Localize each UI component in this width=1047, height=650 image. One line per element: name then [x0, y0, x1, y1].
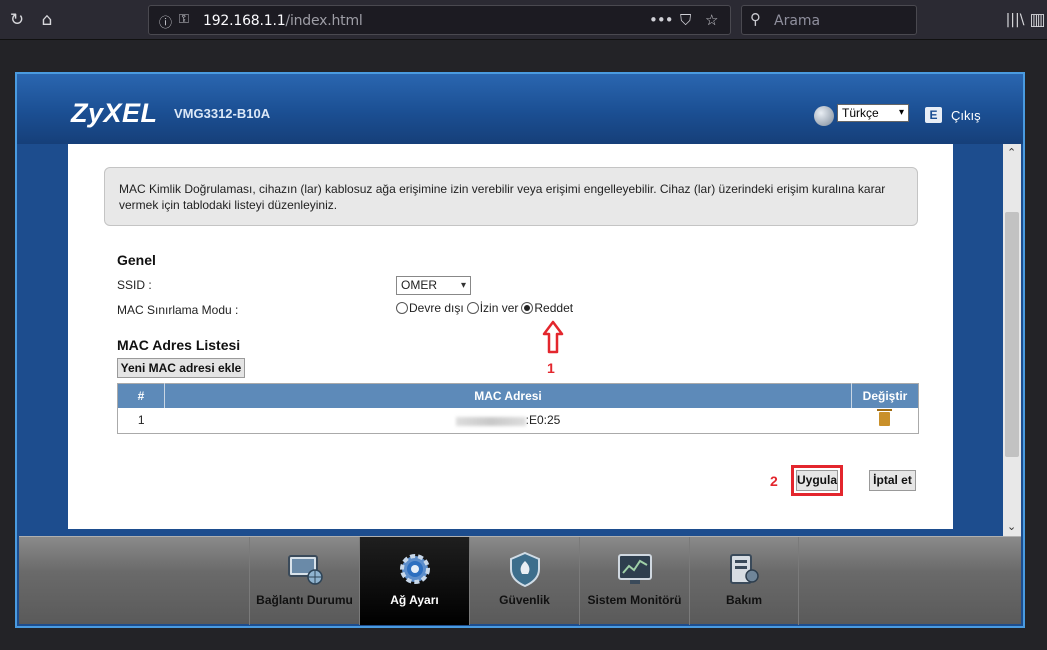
column-header-index: # [117, 383, 165, 408]
nav-label: Ağ Ayarı [390, 593, 439, 607]
bookmark-star-icon[interactable]: ☆ [705, 11, 718, 29]
apply-button[interactable]: Uygula [796, 470, 838, 491]
search-bar[interactable]: ⚲ Arama [741, 5, 917, 35]
shield-icon [509, 551, 540, 587]
info-icon[interactable]: ⓘ [159, 12, 172, 31]
reload-icon[interactable]: ↻ [5, 8, 29, 32]
mac-filter-mode-label: MAC Sınırlama Modu : [117, 303, 239, 317]
nav-network-settings[interactable]: Ağ Ayarı [359, 537, 469, 625]
router-ui-frame: ZyXEL VMG3312-B10A Türkçe ▾ E Çıkış MAC K… [15, 72, 1025, 628]
annotation-arrow-icon [542, 320, 564, 354]
logout-link[interactable]: Çıkış [951, 108, 981, 123]
nav-connection-status[interactable]: Bağlantı Durumu [249, 537, 359, 625]
brand-logo: ZyXEL [71, 98, 158, 128]
maintenance-icon [730, 554, 759, 584]
delete-cell [851, 407, 919, 434]
radio-disabled-label: Devre dışı [409, 301, 464, 315]
table-row: 1 :E0:25 [117, 407, 919, 434]
scroll-down-icon[interactable]: ⌄ [1007, 520, 1016, 533]
nav-label: Bağlantı Durumu [256, 593, 353, 607]
row-index: 1 [117, 407, 165, 434]
chevron-down-icon: ▾ [460, 280, 466, 291]
key-icon[interactable]: ⚿ [179, 12, 189, 27]
cancel-button[interactable]: İptal et [869, 470, 916, 491]
mac-filter-mode-radios: Devre dışı İzin ver Reddet [396, 301, 576, 315]
redacted-mac-prefix [455, 416, 526, 426]
page-actions-icon[interactable]: ••• [649, 11, 674, 29]
url-text[interactable]: 192.168.1.1/index.html [203, 13, 363, 29]
vertical-scrollbar[interactable]: ⌃ ⌄ [1003, 144, 1021, 537]
scroll-thumb[interactable] [1005, 212, 1019, 457]
radio-allow[interactable] [466, 302, 479, 314]
nav-maintenance[interactable]: Bakım [689, 537, 799, 625]
settings-panel: MAC Kimlik Doğrulaması, cihazın (lar) ka… [68, 144, 953, 529]
search-placeholder: Arama [774, 13, 821, 29]
trash-icon[interactable] [877, 408, 893, 426]
scroll-up-icon[interactable]: ⌃ [1007, 146, 1016, 159]
mac-address-table: # MAC Adresi Değiştir 1 :E0:25 [117, 383, 919, 434]
library-icon[interactable]: |||\ [1003, 8, 1027, 32]
annotation-step-1: 1 [547, 360, 555, 376]
chevron-down-icon: ▾ [898, 107, 904, 118]
mac-list-title: MAC Adres Listesi [117, 337, 241, 353]
router-header: ZyXEL VMG3312-B10A Türkçe ▾ E Çıkış [17, 74, 1023, 144]
nav-label: Sistem Monitörü [587, 593, 682, 607]
bottom-navigation: Bağlantı Durumu Ağ Ayarı Güvenlik Sistem… [19, 536, 1021, 625]
browser-toolbar: ↻ ⌂ ⓘ ⚿ 192.168.1.1/index.html ••• ⛉ ☆ ⚲… [0, 0, 1047, 40]
address-bar[interactable]: ⓘ ⚿ 192.168.1.1/index.html ••• ⛉ ☆ [148, 5, 731, 35]
logout-icon[interactable]: E [925, 107, 942, 123]
radio-deny-label: Reddet [534, 301, 574, 315]
info-box: MAC Kimlik Doğrulaması, cihazın (lar) ka… [104, 167, 918, 226]
radio-deny[interactable] [521, 302, 534, 314]
chart-monitor-icon [617, 554, 652, 584]
home-icon[interactable]: ⌂ [35, 8, 59, 32]
row-mac-address: :E0:25 [164, 407, 852, 434]
radio-allow-label: İzin ver [479, 301, 519, 315]
pocket-icon[interactable]: ⛉ [680, 11, 691, 29]
general-title: Genel [117, 252, 156, 268]
nav-security[interactable]: Güvenlik [469, 537, 579, 625]
radio-disabled[interactable] [396, 302, 408, 314]
gear-icon [399, 554, 430, 584]
monitor-globe-icon [287, 555, 323, 585]
globe-icon [814, 106, 834, 126]
nav-label: Bakım [725, 593, 763, 607]
column-header-edit: Değiştir [851, 383, 919, 408]
language-select[interactable]: Türkçe ▾ [837, 104, 909, 122]
add-mac-button[interactable]: Yeni MAC adresi ekle [117, 358, 245, 378]
nav-label: Güvenlik [499, 593, 550, 607]
ssid-select[interactable]: OMER ▾ [396, 276, 471, 295]
search-icon: ⚲ [750, 10, 761, 28]
column-header-mac: MAC Adresi [164, 383, 852, 408]
ssid-label: SSID : [117, 278, 152, 292]
nav-system-monitor[interactable]: Sistem Monitörü [579, 537, 689, 625]
sidebar-icon[interactable]: ▥ [1028, 8, 1047, 32]
model-name: VMG3312-B10A [174, 106, 271, 121]
annotation-step-2: 2 [770, 473, 778, 489]
apply-button-highlight: Uygula [791, 465, 843, 496]
